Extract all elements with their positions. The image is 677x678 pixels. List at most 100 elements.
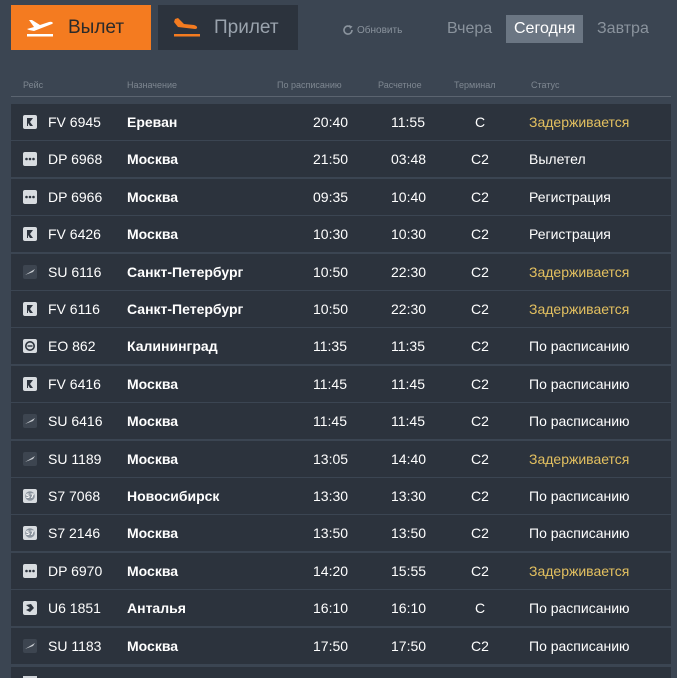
estimated-time: 11:45 bbox=[391, 413, 425, 430]
top-bar: Вылет Прилет Обновить Вчера Сегодня Завт… bbox=[0, 0, 677, 60]
destination: Ереван bbox=[127, 114, 178, 130]
table-row[interactable]: SU 1189 Москва 13:05 14:40 C2 Задерживается bbox=[11, 440, 671, 477]
destination: Москва bbox=[127, 450, 179, 467]
s7-logo-icon: S7 bbox=[23, 489, 37, 503]
rusline-logo-icon bbox=[23, 376, 37, 391]
scheduled-time: 10:30 bbox=[313, 226, 349, 243]
flight-number: FV 6945 bbox=[48, 114, 101, 130]
destination: Москва bbox=[127, 637, 179, 654]
estimated-time: 10:40 bbox=[391, 188, 427, 205]
azurair-logo-icon bbox=[23, 339, 37, 354]
table-row-partial[interactable] bbox=[11, 667, 671, 678]
terminal: C2 bbox=[471, 637, 489, 654]
day-tomorrow[interactable]: Завтра bbox=[589, 15, 657, 43]
pobeda-logo-icon bbox=[23, 563, 37, 578]
tab-arrival[interactable]: Прилет bbox=[158, 5, 298, 50]
tab-departure[interactable]: Вылет bbox=[11, 5, 151, 50]
scheduled-time: 11:45 bbox=[313, 413, 347, 430]
destination: Москва bbox=[127, 375, 179, 392]
destination: Москва bbox=[127, 188, 179, 205]
estimated-time: 11:45 bbox=[391, 375, 425, 392]
table-row[interactable]: FV 6426 Москва 10:30 10:30 C2 Регистрация bbox=[11, 216, 671, 253]
table-row[interactable]: U6 1851 Анталья 16:10 16:10 C По расписанию bbox=[11, 590, 671, 627]
scheduled-time: 10:50 bbox=[313, 301, 349, 317]
estimated-time: 11:55 bbox=[391, 114, 425, 130]
flight-number: SU 6416 bbox=[48, 413, 103, 430]
flight-number: EO 862 bbox=[48, 338, 96, 355]
estimated-time: 16:10 bbox=[391, 600, 427, 617]
destination: Москва bbox=[127, 226, 179, 243]
estimated-time: 11:35 bbox=[391, 338, 425, 355]
flight-number: FV 6116 bbox=[48, 301, 100, 317]
table-row[interactable]: EO 862 Калининград 11:35 11:35 C2 По расписан… bbox=[11, 328, 671, 365]
table-row[interactable]: DP 6968 Москва 21:50 03:48 C2 Вылетел bbox=[11, 141, 671, 178]
estimated-time: 17:50 bbox=[391, 637, 427, 654]
status: Регистрация bbox=[529, 226, 611, 243]
table-row[interactable]: FV 6945 Ереван 20:40 11:55 C Задерживается bbox=[11, 104, 671, 140]
column-header-scheduled: По расписанию bbox=[277, 80, 342, 90]
table-row[interactable]: S7 S7 7068 Новосибирск 13:30 13:30 C2 По распи… bbox=[11, 478, 671, 514]
plane-landing-icon bbox=[174, 18, 200, 37]
flight-number: FV 6416 bbox=[48, 375, 101, 392]
scheduled-time: 16:10 bbox=[313, 600, 349, 617]
flight-number: S7 7068 bbox=[48, 488, 101, 504]
scheduled-time: 14:20 bbox=[313, 562, 349, 579]
rusline-logo-icon bbox=[23, 302, 37, 316]
refresh-label: Обновить bbox=[357, 24, 403, 36]
status: По расписанию bbox=[529, 488, 630, 504]
day-yesterday[interactable]: Вчера bbox=[439, 15, 500, 43]
scheduled-time: 21:50 bbox=[313, 151, 349, 168]
table-row[interactable]: DP 6970 Москва 14:20 15:55 C2 Задерживается bbox=[11, 552, 671, 589]
scheduled-time: 13:05 bbox=[313, 450, 349, 467]
status: Задерживается bbox=[529, 114, 630, 130]
scheduled-time: 09:35 bbox=[313, 188, 349, 205]
destination: Калининград bbox=[127, 338, 218, 355]
column-header-estimated: Расчетное bbox=[378, 80, 422, 90]
estimated-time: 13:50 bbox=[391, 525, 427, 542]
column-header-status: Статус bbox=[531, 80, 560, 90]
table-row[interactable]: DP 6966 Москва 09:35 10:40 C2 Регистрация bbox=[11, 178, 671, 215]
terminal: C2 bbox=[471, 263, 489, 280]
destination: Москва bbox=[127, 562, 179, 579]
terminal: C2 bbox=[471, 413, 489, 430]
terminal: C2 bbox=[471, 375, 489, 392]
estimated-time: 15:55 bbox=[391, 562, 427, 579]
table-row[interactable]: SU 1183 Москва 17:50 17:50 C2 По расписанию bbox=[11, 627, 671, 664]
flight-number: DP 6966 bbox=[48, 188, 103, 205]
status: По расписанию bbox=[529, 525, 630, 542]
refresh-button[interactable]: Обновить bbox=[342, 23, 402, 37]
flight-number: DP 6968 bbox=[48, 151, 103, 168]
destination: Санкт-Петербург bbox=[127, 263, 244, 280]
terminal: C2 bbox=[471, 450, 489, 467]
column-header-destination: Назначение bbox=[127, 80, 178, 90]
destination: Санкт-Петербург bbox=[127, 301, 244, 317]
table-row[interactable]: S7 S7 2146 Москва 13:50 13:50 C2 По расписанию bbox=[11, 515, 671, 552]
flight-number: U6 1851 bbox=[48, 600, 101, 617]
day-today[interactable]: Сегодня bbox=[506, 15, 584, 43]
table-row[interactable]: FV 6116 Санкт-Петербург 10:50 22:30 C2 Задерж… bbox=[11, 291, 671, 327]
rusline-logo-icon bbox=[23, 227, 37, 242]
status: По расписанию bbox=[529, 637, 630, 654]
flight-number: SU 6116 bbox=[48, 263, 102, 280]
status: Регистрация bbox=[529, 188, 611, 205]
terminal: C2 bbox=[471, 151, 489, 168]
terminal: C2 bbox=[471, 562, 489, 579]
table-row[interactable]: SU 6116 Санкт-Петербург 10:50 22:30 C2 Задерж… bbox=[11, 253, 671, 290]
estimated-time: 14:40 bbox=[391, 450, 427, 467]
svg-text:S7: S7 bbox=[26, 493, 35, 500]
status: По расписанию bbox=[529, 600, 630, 617]
status: Вылетел bbox=[529, 151, 586, 168]
table-header: Рейс Назначение По расписанию Расчетное … bbox=[11, 77, 671, 97]
status: Задерживается bbox=[529, 562, 630, 579]
scheduled-time: 13:50 bbox=[313, 525, 349, 542]
flight-number: FV 6426 bbox=[48, 226, 101, 243]
svg-text:S7: S7 bbox=[26, 531, 35, 538]
table-row[interactable]: SU 6416 Москва 11:45 11:45 C2 По расписанию bbox=[11, 403, 671, 440]
terminal: C2 bbox=[471, 525, 489, 542]
destination: Москва bbox=[127, 413, 179, 430]
pobeda-logo-icon bbox=[23, 189, 37, 204]
flight-number: S7 2146 bbox=[48, 525, 101, 542]
table-row[interactable]: FV 6416 Москва 11:45 11:45 C2 По расписанию bbox=[11, 365, 671, 402]
status: Задерживается bbox=[529, 301, 630, 317]
terminal: C bbox=[474, 600, 486, 617]
